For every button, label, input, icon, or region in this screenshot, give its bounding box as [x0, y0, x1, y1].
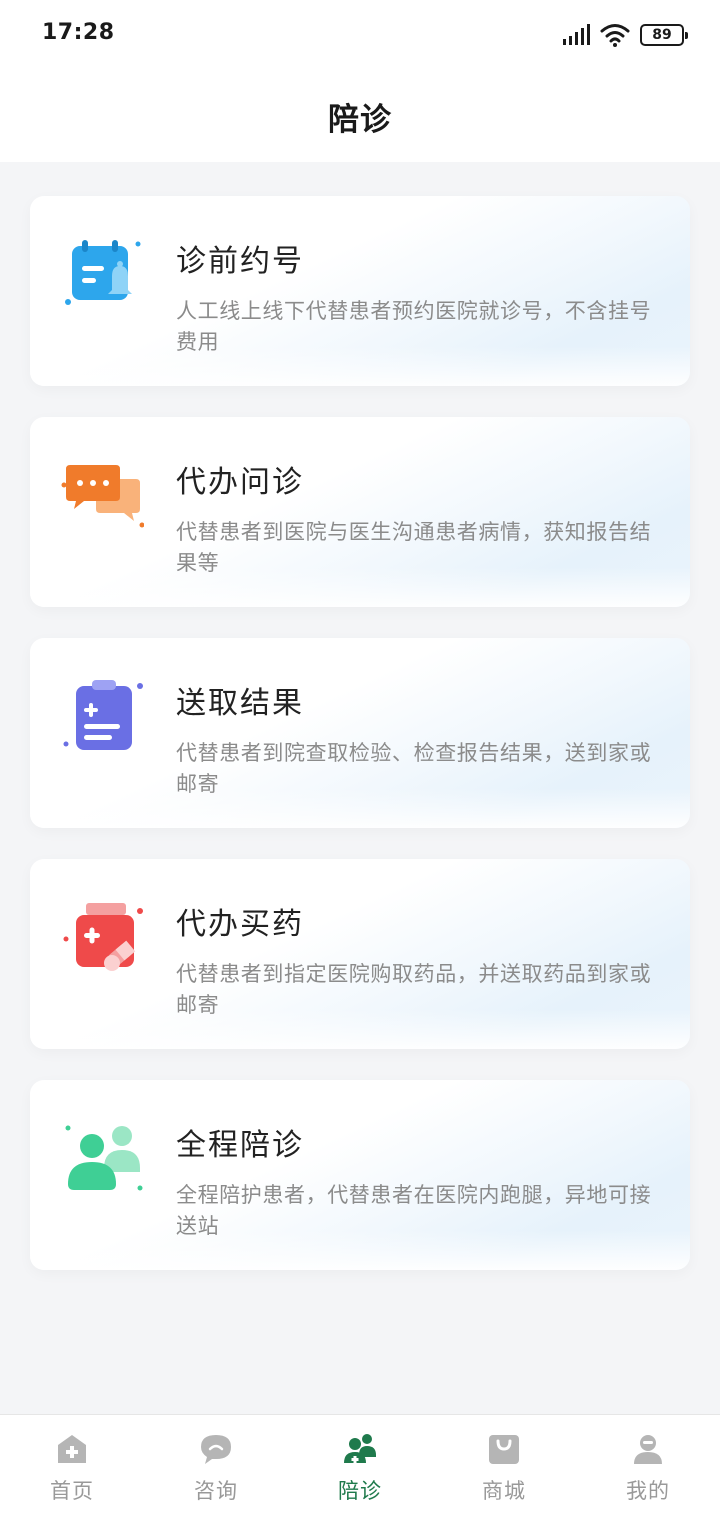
tab-label: 我的 [626, 1479, 670, 1503]
nav-header: 陪诊 [0, 70, 720, 162]
accompany-icon [344, 1434, 376, 1463]
tab-profile[interactable]: 我的 [576, 1415, 720, 1520]
service-description: 人工线上线下代替患者预约医院就诊号，不含挂号费用 [176, 299, 652, 354]
service-title: 诊前约号 [176, 244, 304, 279]
service-description: 代替患者到指定医院购取药品，并送取药品到家或邮寄 [176, 962, 652, 1017]
wifi-icon [600, 24, 630, 47]
service-description: 全程陪护患者，代替患者在医院内跑腿，异地可接送站 [176, 1183, 652, 1238]
profile-icon [634, 1435, 662, 1464]
medicine-bottle-icon [63, 903, 143, 971]
tab-shop[interactable]: 商城 [432, 1415, 576, 1520]
service-card-accompany[interactable]: 全程陪诊 全程陪护患者，代替患者在医院内跑腿，异地可接送站 [30, 1080, 690, 1270]
service-description: 代替患者到院查取检验、检查报告结果，送到家或邮寄 [176, 741, 652, 796]
chat-bubbles-icon [61, 465, 144, 528]
tab-label: 陪诊 [338, 1479, 382, 1503]
service-description: 代替患者到医院与医生沟通患者病情，获知报告结果等 [176, 520, 652, 575]
tab-label: 咨询 [194, 1479, 238, 1503]
battery-indicator: 89 [640, 24, 688, 46]
bottom-tab-bar: 首页 咨询 陪诊 商城 我的 [0, 1414, 720, 1520]
status-bar: 17:28 89 [0, 0, 720, 70]
service-card-consultation[interactable]: 代办问诊 代替患者到医院与医生沟通患者病情，获知报告结果等 [30, 417, 690, 607]
page-title: 陪诊 [328, 101, 392, 138]
tab-label: 商城 [482, 1479, 526, 1503]
tab-consult[interactable]: 咨询 [144, 1415, 288, 1520]
people-icon [65, 1125, 143, 1191]
service-title: 全程陪诊 [176, 1128, 304, 1163]
service-title: 代办买药 [176, 907, 304, 942]
tab-home[interactable]: 首页 [0, 1415, 144, 1520]
tab-accompany[interactable]: 陪诊 [288, 1415, 432, 1520]
status-time: 17:28 [42, 20, 115, 45]
home-icon [58, 1435, 86, 1463]
service-card-appointment[interactable]: 诊前约号 人工线上线下代替患者预约医院就诊号，不含挂号费用 [30, 196, 690, 386]
status-icons: 89 [562, 22, 688, 48]
battery-level: 89 [652, 27, 672, 43]
service-title: 代办问诊 [176, 465, 304, 500]
shop-bag-icon [489, 1435, 519, 1464]
clipboard-report-icon [63, 680, 143, 750]
service-card-medicine[interactable]: 代办买药 代替患者到指定医院购取药品，并送取药品到家或邮寄 [30, 859, 690, 1049]
calendar-bell-icon [65, 240, 141, 305]
chat-icon [201, 1435, 231, 1464]
service-title: 送取结果 [176, 686, 304, 721]
tab-label: 首页 [50, 1479, 94, 1503]
service-card-results[interactable]: 送取结果 代替患者到院查取检验、检查报告结果，送到家或邮寄 [30, 638, 690, 828]
signal-icon [563, 24, 590, 45]
